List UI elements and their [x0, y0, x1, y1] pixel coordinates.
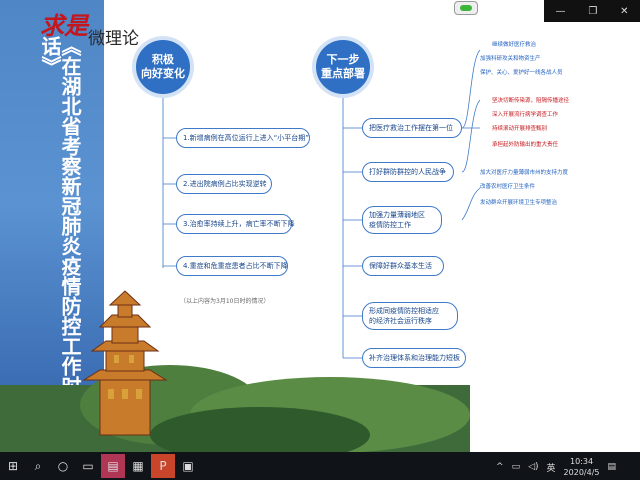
sub-item: 加强科研攻关和物资生产	[480, 56, 541, 62]
toggle-switch[interactable]	[454, 1, 478, 15]
sub-item: 改善农村医疗卫生条件	[480, 184, 536, 190]
restore-button[interactable]: ❐	[588, 6, 597, 17]
sub-item: 保护、关心、爱护好一线各战人员	[480, 70, 563, 76]
left-item-1: 1.新增病例在高位运行上进入“小平台期”	[176, 128, 310, 148]
windows-start-icon[interactable]: ⊞	[1, 454, 25, 478]
tray-up-arrow-icon[interactable]: ^	[496, 462, 504, 472]
minimize-button[interactable]: —	[555, 6, 565, 17]
right-item-2: 打好群防群控的人民战争	[362, 162, 454, 182]
right-item-3: 加强力量薄弱地区 疫情防控工作	[362, 206, 442, 234]
app-icon[interactable]: ▦	[126, 454, 150, 478]
yellow-crane-tower-illustration	[0, 285, 470, 452]
ime-indicator[interactable]: 英	[547, 461, 556, 474]
sub-item: 坚决切断传染源，阻隔传播途径	[492, 98, 570, 104]
app-icon[interactable]: ▣	[176, 454, 200, 478]
positive-change-circle: 积极 向好变化	[136, 40, 190, 94]
sub-item: 继续做好医疗救治	[492, 42, 537, 48]
left-item-4: 4.重症和危重症患者占比不断下降	[176, 256, 288, 276]
next-step-circle: 下一步 重点部署	[316, 40, 370, 94]
sub-item: 承担起外防输出的重大责任	[492, 142, 559, 148]
sub-item: 加大对医疗力量薄弱市州的支持力度	[480, 170, 569, 176]
slide-screen: 《在湖北省考察新冠肺炎疫情防控工作时的讲话》 求是 微理论 积极 向好变化 下一…	[0, 0, 640, 452]
clock-date: 2020/4/5	[563, 468, 600, 477]
cortana-icon[interactable]: ○	[51, 454, 75, 478]
sub-item: 持续滚动开展排查甄别	[492, 126, 548, 132]
left-item-3: 3.治愈率持续上升，病亡率不断下降	[176, 214, 295, 234]
powerpoint-icon[interactable]: P	[151, 454, 175, 478]
task-view-icon[interactable]: ▭	[76, 454, 100, 478]
right-item-4: 保障好群众基本生活	[362, 256, 444, 276]
volume-icon[interactable]: ◁)	[528, 462, 538, 472]
sub-item: 深入开展流行病学调查工作	[492, 112, 559, 118]
system-tray: ^ ▭ ◁) 英 10:34 2020/4/5 ▤	[496, 456, 616, 478]
right-item-1: 把医疗救治工作摆在第一位	[362, 118, 462, 138]
search-icon[interactable]: ⌕	[26, 454, 50, 478]
app-icon[interactable]: ▤	[101, 454, 125, 478]
sub-item: 发动群众开展环境卫生专项整治	[480, 200, 558, 206]
notification-icon[interactable]: ▤	[607, 462, 616, 472]
window-controls: — ❐ ✕	[544, 0, 640, 22]
close-button[interactable]: ✕	[620, 6, 628, 17]
network-icon[interactable]: ▭	[512, 462, 521, 472]
left-item-2: 2.进出院病例占比实现逆转	[176, 174, 272, 194]
clock-time: 10:34	[569, 457, 594, 466]
clock[interactable]: 10:34 2020/4/5	[564, 456, 600, 478]
